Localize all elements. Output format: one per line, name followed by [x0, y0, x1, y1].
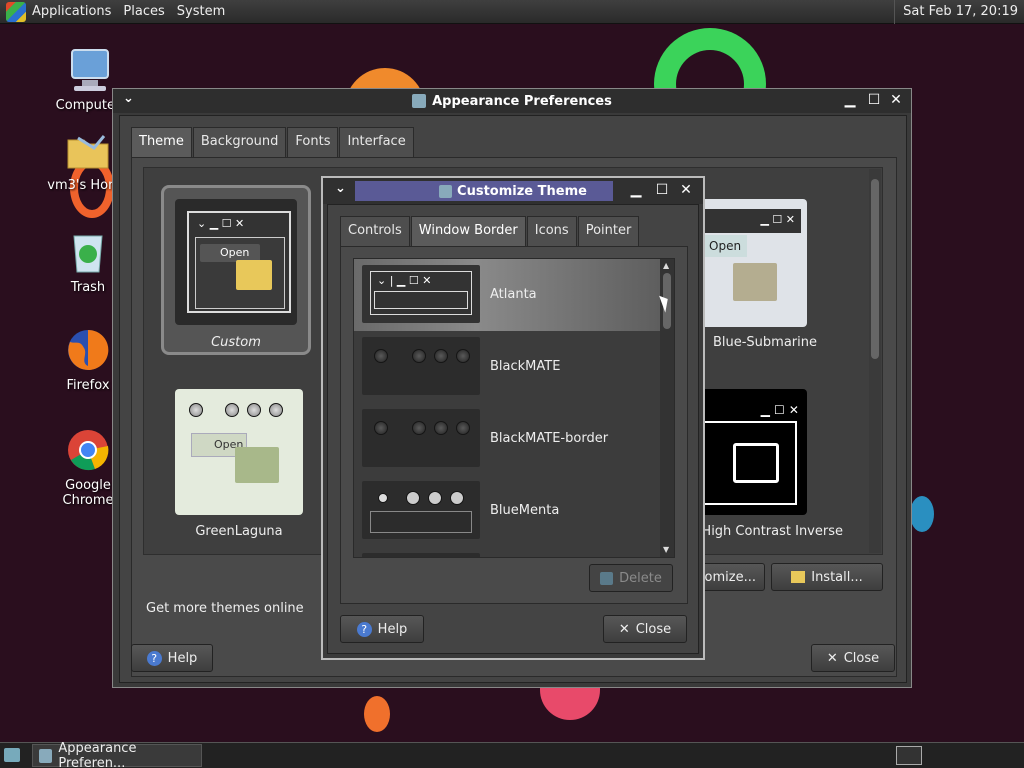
firefox-icon [64, 326, 112, 374]
theme-preview-high-contrast-inverse[interactable]: ▁ ☐ ✕ [693, 389, 807, 515]
wallpaper-blob-orange2 [364, 696, 390, 732]
open-button-preview: Open [699, 235, 747, 257]
dialog-close-button-label: Close [635, 621, 672, 637]
theme-preview-blue-submarine[interactable]: ▁ ☐ ✕ Open [693, 199, 807, 327]
dialog-help-button-label: Help [377, 621, 408, 637]
delete-icon [600, 571, 614, 585]
window-menu-icon[interactable]: ⌄ [335, 181, 346, 196]
wallpaper-blob-cyan [910, 496, 934, 532]
tab-icons[interactable]: Icons [526, 216, 577, 246]
list-item[interactable] [354, 547, 660, 557]
window-menu-icon[interactable]: ⌄ [123, 91, 134, 106]
border-preview-bluementa [362, 481, 480, 539]
border-name: BlackMATE-border [490, 431, 609, 446]
border-name: BlueMenta [490, 503, 560, 518]
get-more-themes-link[interactable]: Get more themes online [146, 601, 304, 616]
window-title: Appearance Preferences [432, 93, 612, 109]
help-icon: ? [356, 621, 372, 637]
dialog-titlebar[interactable]: ⌄ Customize Theme ▁ ☐ ✕ [323, 178, 703, 204]
menu-system[interactable]: System [171, 0, 231, 24]
theme-name-greenlaguna: GreenLaguna [195, 524, 283, 539]
folder-icon [733, 443, 779, 483]
chrome-icon [64, 426, 112, 474]
border-preview-blackmate [362, 337, 480, 395]
scroll-down-icon[interactable]: ▼ [663, 545, 669, 554]
customize-tabs: Controls Window Border Icons Pointer [340, 216, 640, 246]
border-list: ⌄ | ▁ ☐ ✕ Atlanta BlackMATE BlackMATE-bo… [353, 258, 675, 558]
delete-button[interactable]: Delete [589, 564, 673, 592]
border-preview-blackmate-border [362, 409, 480, 467]
folder-icon [733, 263, 777, 301]
help-icon: ? [146, 650, 162, 666]
customize-theme-dialog: ⌄ Customize Theme ▁ ☐ ✕ Controls Window … [321, 176, 705, 660]
scrollbar-thumb[interactable] [871, 179, 879, 359]
tab-theme[interactable]: Theme [131, 127, 192, 157]
theme-preview-custom: ⌄ ▁ ☐ ✕ Open [175, 199, 297, 325]
minimize-button[interactable]: ▁ [841, 91, 859, 109]
folder-icon [235, 447, 279, 483]
tab-window-border[interactable]: Window Border [410, 216, 526, 246]
clock[interactable]: Sat Feb 17, 20:19 [894, 0, 1018, 24]
theme-grid-scrollbar[interactable] [869, 169, 881, 553]
help-button-label: Help [167, 650, 198, 666]
mate-logo-icon[interactable] [6, 1, 26, 22]
computer-icon [64, 46, 112, 94]
top-panel: Applications Places System Sat Feb 17, 2… [0, 0, 1024, 24]
taskbar-item-label: Appearance Preferen... [58, 740, 137, 768]
list-item[interactable]: BlackMATE-border [354, 403, 660, 475]
maximize-button[interactable]: ☐ [653, 181, 671, 199]
close-button-label: Close [843, 650, 880, 666]
trash-icon [64, 228, 112, 276]
minimize-button[interactable]: ▁ [627, 181, 645, 199]
list-item[interactable]: BlackMATE [354, 331, 660, 403]
tab-fonts[interactable]: Fonts [287, 127, 339, 157]
border-preview-next [362, 553, 480, 557]
border-preview-atlanta: ⌄ | ▁ ☐ ✕ [362, 265, 480, 323]
taskbar-item-appearance[interactable]: Appearance Preferen... [32, 740, 202, 768]
chevron-down-icon: ⌄ ▁ ☐ ✕ [197, 217, 245, 230]
close-icon: ✕ [618, 621, 630, 637]
appearance-tabs: Theme Background Fonts Interface [131, 127, 415, 157]
tab-pointer[interactable]: Pointer [577, 216, 640, 246]
close-icon[interactable]: ✕ [677, 181, 695, 199]
border-name: Atlanta [490, 287, 537, 302]
close-icon: ✕ [826, 650, 838, 666]
tab-background[interactable]: Background [192, 127, 287, 157]
menu-places[interactable]: Places [117, 0, 170, 24]
install-button-label: Install... [811, 569, 863, 585]
menu-applications[interactable]: Applications [26, 0, 117, 24]
install-button[interactable]: Install... [771, 563, 883, 591]
theme-name-custom: Custom [211, 335, 261, 350]
scroll-up-icon[interactable]: ▲ [663, 261, 669, 270]
close-button[interactable]: ✕ Close [811, 644, 895, 672]
delete-button-label: Delete [619, 570, 662, 586]
folder-icon [236, 260, 272, 290]
list-item[interactable]: ⌄ | ▁ ☐ ✕ Atlanta [354, 259, 660, 331]
border-name: BlackMATE [490, 359, 561, 374]
window-titlebar[interactable]: ⌄ Appearance Preferences ▁ ☐ ✕ [113, 89, 911, 113]
customize-app-icon [439, 184, 453, 198]
tab-controls[interactable]: Controls [340, 216, 410, 246]
list-item[interactable]: BlueMenta [354, 475, 660, 547]
close-icon[interactable]: ✕ [887, 91, 905, 109]
dialog-title: Customize Theme [457, 183, 587, 199]
appearance-app-icon [39, 748, 53, 763]
show-desktop-icon[interactable] [4, 748, 20, 762]
maximize-button[interactable]: ☐ [865, 91, 883, 109]
home-folder-icon [64, 126, 112, 174]
dialog-help-button[interactable]: ? Help [340, 615, 424, 643]
folder-icon [791, 571, 806, 583]
dialog-close-button[interactable]: ✕ Close [603, 615, 687, 643]
tab-interface[interactable]: Interface [339, 127, 414, 157]
workspace-switcher-icon[interactable] [896, 746, 922, 765]
help-button[interactable]: ? Help [131, 644, 213, 672]
bottom-panel: Appearance Preferen... [0, 740, 1024, 768]
appearance-app-icon [412, 94, 427, 108]
theme-preview-greenlaguna[interactable]: Open [175, 389, 303, 515]
